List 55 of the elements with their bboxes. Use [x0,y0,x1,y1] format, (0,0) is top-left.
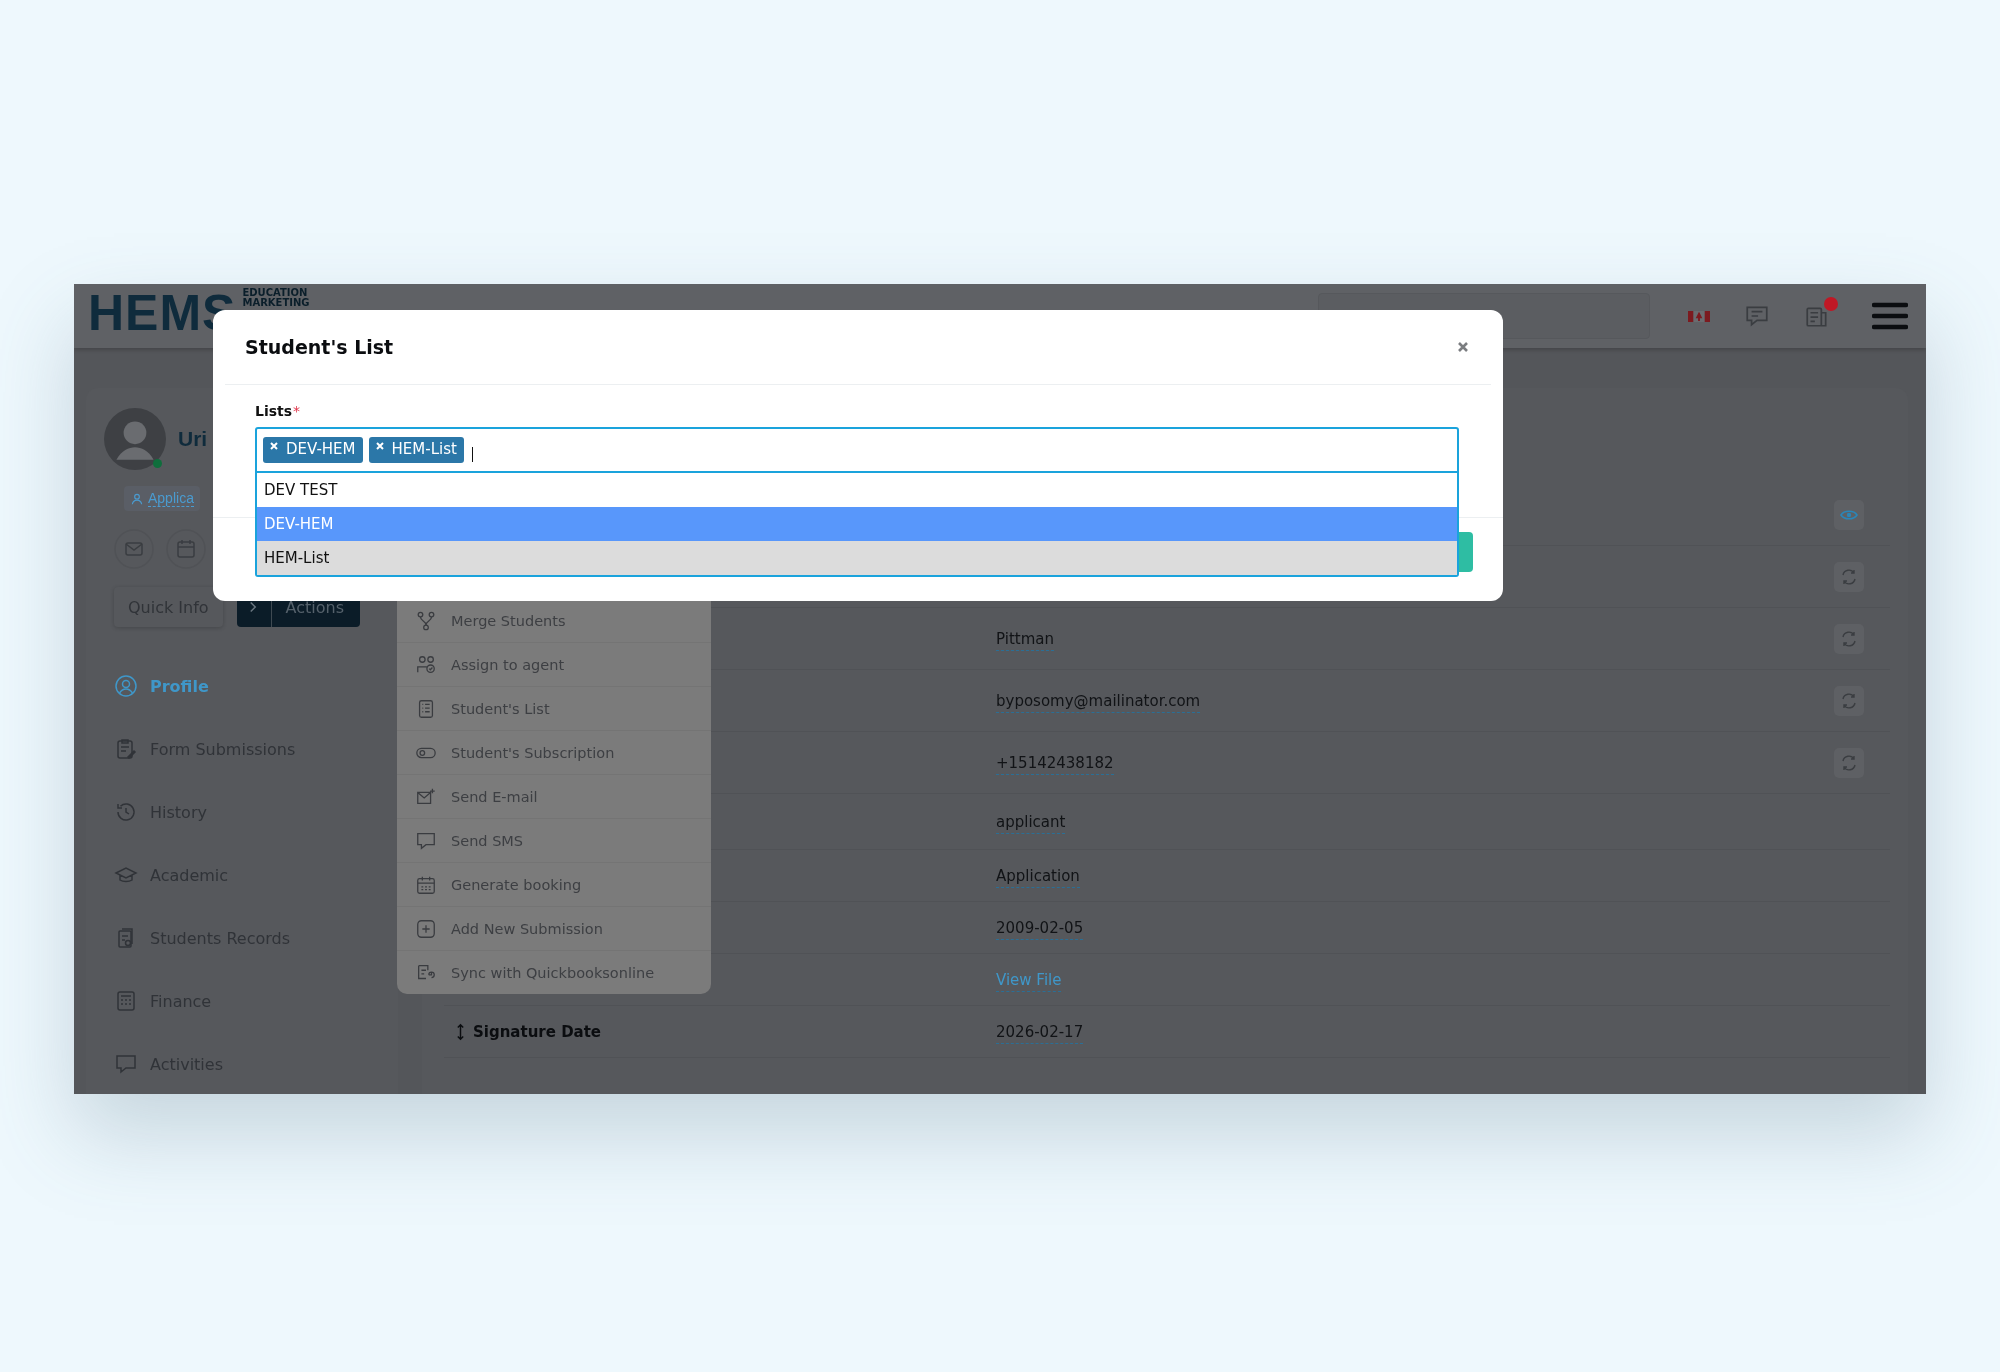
field-value: 2026-02-17 [996,1023,1084,1044]
mail-icon[interactable] [114,529,154,569]
remove-icon[interactable] [270,442,278,450]
dropdown-option[interactable]: HEM-List [257,541,1457,575]
menu-item[interactable]: Add New Submission [397,907,711,951]
field-label: Lists [255,403,293,419]
field-value: applicant [996,813,1066,834]
field-label: Signature Date [473,1022,602,1041]
refresh-icon[interactable] [1834,561,1864,592]
menu-item[interactable]: Student's Subscription [397,731,711,775]
history-icon [114,800,138,824]
required-asterisk: * [293,403,301,419]
field-value: +15142438182 [996,754,1114,775]
dropdown-option[interactable]: DEV-HEM [257,507,1457,541]
dialog-title: Student's List [245,336,394,358]
field-value: Application [996,867,1080,888]
logo-tagline: EDUCATION [242,288,309,298]
save-button[interactable] [1459,532,1473,572]
menu-item[interactable]: Sync with Quickbooksonline [397,951,711,994]
view-file-link[interactable]: View File [996,971,1062,992]
merge-icon [415,609,437,632]
selected-tag[interactable]: HEM-List [368,437,464,463]
remove-icon[interactable] [375,442,384,450]
chevron-right-icon[interactable] [248,601,257,613]
field-value: byposomy@mailinator.com [996,692,1201,713]
logo-tagline: MARKETING [242,298,310,308]
people-icon [415,653,437,676]
field-value: 2009-02-05 [996,919,1084,940]
selected-tag[interactable]: DEV-HEM [263,437,363,463]
menu-icon[interactable] [1872,302,1908,330]
menu-item[interactable]: Generate booking [397,863,711,907]
chat-icon[interactable] [1744,303,1770,329]
text-cursor [471,446,473,462]
eye-icon[interactable] [1834,499,1864,530]
sidebar-item[interactable]: Profile [114,673,398,699]
menu-item[interactable]: Student's List [397,687,711,731]
calculator-icon [114,989,138,1013]
sort-icon[interactable] [456,1022,465,1041]
chat-icon [114,1052,138,1076]
refresh-icon[interactable] [1834,685,1864,716]
refresh-icon[interactable] [1834,623,1864,654]
menu-item[interactable]: Send SMS [397,819,711,863]
status-badge[interactable]: Applica [124,486,200,511]
menu-item[interactable]: Send E-mail [397,775,711,819]
refresh-icon[interactable] [1834,747,1864,778]
plus-icon [415,917,437,940]
clipboard-icon [114,737,138,761]
student-name: Uri [178,427,208,451]
close-icon[interactable] [1457,341,1469,353]
profile-icon [114,674,138,698]
calendar-icon[interactable] [166,529,206,569]
flag-icon[interactable] [1688,308,1710,324]
avatar-icon [104,408,166,470]
menu-item[interactable]: Assign to agent [397,643,711,687]
field-value: Pittman [996,630,1054,651]
